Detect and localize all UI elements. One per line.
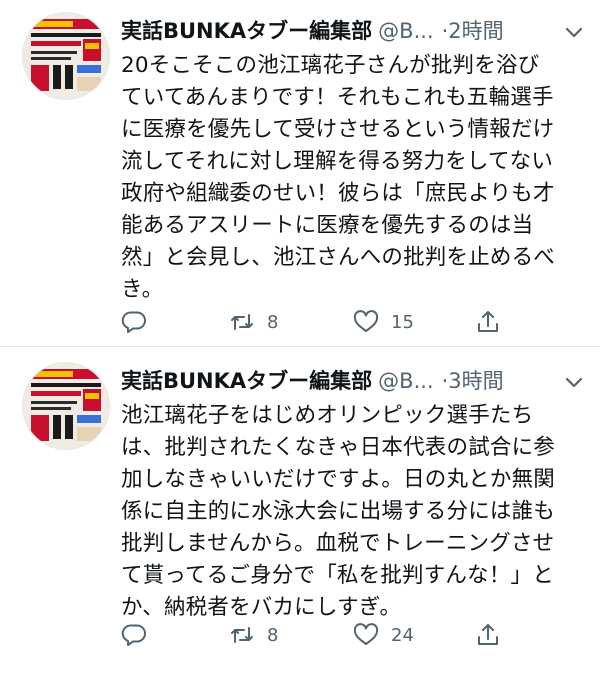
tweet-text-line: 加しなきゃいいだけですよ。日の丸とか無関 <box>121 467 556 492</box>
author-handle[interactable]: @B... <box>378 19 433 43</box>
tweet-text-line: は、批判されたくなきゃ日本代表の試合に参 <box>121 435 556 460</box>
tweet-text-line: 係に自主的に水泳大会に出場する分には誰も <box>121 499 556 524</box>
tweet-text: 池江璃花子をはじめオリンピック選手たち は、批判されたくなきゃ日本代表の試合に参… <box>121 400 581 624</box>
tweet-text-line: 池江璃花子をはじめオリンピック選手たち <box>121 403 534 428</box>
tweet-text-line: て貰ってるご身分で「私を批判すんな！」と <box>121 563 554 588</box>
retweet-button[interactable]: 8 <box>229 305 278 339</box>
like-button[interactable]: 24 <box>353 618 414 652</box>
retweet-button[interactable]: 8 <box>229 618 278 652</box>
magazine-cover-image <box>23 13 109 99</box>
reply-button[interactable] <box>121 618 147 652</box>
tweet-text: 20そこそこの池江璃花子さんが批判を浴び ていてあんまりです！それもこれも五輪選… <box>121 50 581 306</box>
reply-icon <box>121 624 146 646</box>
chevron-down-icon[interactable] <box>560 18 588 46</box>
retweet-count: 8 <box>267 311 279 333</box>
author-handle[interactable]: @B... <box>378 369 433 393</box>
timestamp[interactable]: 3時間 <box>448 369 503 393</box>
like-count: 24 <box>391 624 414 646</box>
tweet-text-line: 流してそれに対し理解を得る努力をしてない <box>121 149 554 174</box>
avatar[interactable] <box>22 12 110 100</box>
tweet-actions: 8 24 <box>121 618 521 652</box>
magazine-cover-image <box>23 363 109 449</box>
share-button[interactable] <box>475 618 501 652</box>
reply-button[interactable] <box>121 305 147 339</box>
tweet-header: 実話BUNKAタブー編集部 @B... ·3時間 <box>121 364 581 398</box>
tweet-divider <box>0 346 600 347</box>
tweet-text-line: 能あるアスリートに医療を優先するのは当 <box>121 213 534 238</box>
tweet-actions: 8 15 <box>121 305 521 339</box>
like-count: 15 <box>391 311 414 333</box>
tweet-header: 実話BUNKAタブー編集部 @B... ·2時間 <box>121 14 581 48</box>
share-button[interactable] <box>475 305 501 339</box>
author-name[interactable]: 実話BUNKAタブー編集部 <box>121 369 372 393</box>
author-name[interactable]: 実話BUNKAタブー編集部 <box>121 19 372 43</box>
tweet-text-line: ていてあんまりです！それもこれも五輪選手 <box>121 85 554 110</box>
share-icon <box>478 311 498 332</box>
tweet-text-line: き。 <box>121 277 164 302</box>
like-button[interactable]: 15 <box>353 305 414 339</box>
share-icon <box>478 624 498 645</box>
heart-icon <box>353 623 379 645</box>
tweet[interactable]: 実話BUNKAタブー編集部 @B... ·3時間 池江璃花子をはじめオリンピック選手… <box>0 350 600 675</box>
retweet-icon <box>231 627 253 643</box>
reply-icon <box>121 311 146 333</box>
tweet[interactable]: 実話BUNKAタブー編集部 @B... ·2時間 20そこそこの池江璃花子さんが批判… <box>0 0 600 346</box>
avatar[interactable] <box>22 362 110 450</box>
chevron-down-icon[interactable] <box>560 368 588 396</box>
tweet-text-line: に医療を優先して受けさせるという情報だけ <box>121 117 555 142</box>
retweet-count: 8 <box>267 624 279 646</box>
timestamp[interactable]: 2時間 <box>448 19 503 43</box>
tweet-text-line: 批判しませんから。血税でトレーニングさせ <box>121 531 555 556</box>
tweet-text-line: 20そこそこの池江璃花子さんが批判を浴び <box>121 53 540 78</box>
tweet-text-line: 然」と会見し、池江さんへの批判を止めるべ <box>121 245 556 270</box>
heart-icon <box>353 310 379 332</box>
retweet-icon <box>231 314 253 330</box>
tweet-text-line: 政府や組織委のせい！彼らは「庶民よりも才 <box>121 181 555 206</box>
